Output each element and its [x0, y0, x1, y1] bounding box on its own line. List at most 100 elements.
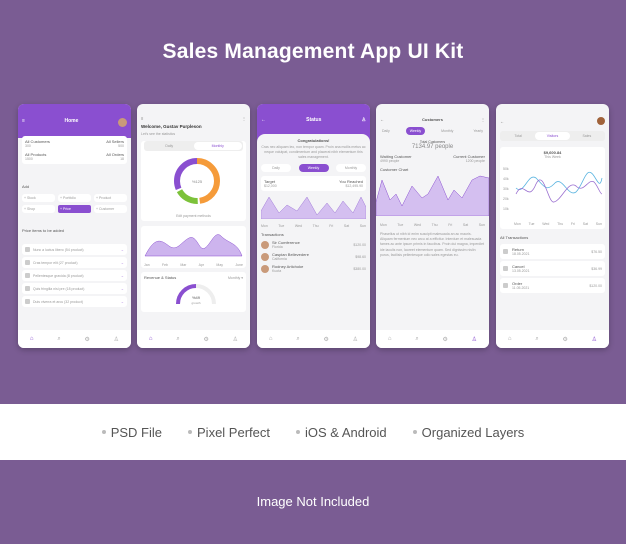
- settings-icon[interactable]: ⚙: [323, 336, 328, 343]
- user-icon[interactable]: ♙: [114, 336, 119, 343]
- transaction-row[interactable]: Order 11.05.2021 $120.00: [500, 278, 605, 293]
- bullet-icon: [188, 430, 193, 434]
- add-stock-button[interactable]: + Stock: [22, 194, 55, 202]
- congrats-text: Cras nec aliquam leo, non tempor quam. P…: [261, 145, 366, 159]
- add-price-button[interactable]: + Price: [58, 205, 91, 213]
- add-customer-button[interactable]: + Customer: [94, 205, 127, 213]
- list-item[interactable]: Pellentesque gravida (8 product) →: [22, 270, 127, 281]
- svg-text:growth: growth: [191, 301, 200, 305]
- settings-icon[interactable]: ⚙: [84, 336, 89, 343]
- arrow-icon: →: [120, 286, 125, 291]
- add-shop-button[interactable]: + Shop: [22, 205, 55, 213]
- list-item[interactable]: Quis fringilla nisi pre (18 product) →: [22, 283, 127, 294]
- tab-daily[interactable]: Daily: [378, 127, 394, 135]
- item-icon: [25, 273, 30, 278]
- tab-weekly[interactable]: Weekly: [405, 127, 426, 135]
- customer-chart: [376, 175, 489, 217]
- tab-monthly[interactable]: Monthly: [336, 164, 366, 172]
- user-icon[interactable]: ♙: [362, 117, 366, 123]
- welcome-sub: Let's see the statistics: [141, 132, 176, 136]
- transaction-row[interactable]: Sir Cumference Florida $120.00: [261, 240, 366, 249]
- home-icon[interactable]: ⌂: [149, 336, 153, 342]
- avatar: [261, 252, 269, 261]
- all-transactions-title: All Transactions: [500, 235, 529, 240]
- congrats-title: Congratulations!: [297, 138, 330, 143]
- bullet-icon: [296, 430, 300, 434]
- home-icon[interactable]: ⌂: [269, 336, 273, 342]
- user-icon[interactable]: ♙: [353, 336, 358, 343]
- back-icon[interactable]: ←: [380, 117, 384, 122]
- list-item[interactable]: Nunc a luctus libero (54 product) →: [22, 244, 127, 255]
- area-chart: [144, 234, 243, 257]
- avatar[interactable]: [117, 118, 127, 127]
- customers-title: Customers: [422, 117, 443, 122]
- more-icon[interactable]: ⋮: [242, 116, 246, 121]
- search-icon[interactable]: ⌕: [415, 336, 418, 343]
- user-icon[interactable]: ♙: [592, 336, 597, 343]
- bottom-nav: ⌂ ⌕ ⚙ ♙: [257, 330, 370, 348]
- item-icon: [25, 286, 30, 291]
- bottom-nav: ⌂ ⌕ ⚙ ♙: [18, 330, 131, 348]
- transaction-row[interactable]: Return 18.05.2021 $76.50: [500, 244, 605, 259]
- arrow-icon: →: [120, 260, 125, 265]
- tab-visitors[interactable]: Visitors: [535, 132, 570, 140]
- user-icon[interactable]: ♙: [472, 336, 477, 343]
- settings-icon[interactable]: ⚙: [442, 336, 447, 343]
- home-icon[interactable]: ⌂: [30, 336, 34, 342]
- item-icon: [25, 299, 30, 304]
- avatar: [261, 264, 269, 273]
- feature-item: Organized Layers: [412, 425, 524, 440]
- y-axis: 50k 40k 30k 20k 10k: [503, 167, 509, 211]
- tab-monthly[interactable]: Monthly: [193, 142, 242, 150]
- add-label: Add: [22, 184, 30, 189]
- tab-daily[interactable]: Daily: [145, 142, 194, 150]
- bottom-nav: ⌂ ⌕ ⚙ ♙: [496, 330, 609, 348]
- home-icon[interactable]: ⌂: [508, 336, 512, 342]
- transaction-row[interactable]: Cancel 13.05.2021 $36.99: [500, 261, 605, 276]
- phone-customers: ← Customers ⋮ Daily Weekly Monthly Yearly …: [376, 104, 489, 348]
- transaction-icon: [503, 266, 508, 271]
- home-icon[interactable]: ⌂: [388, 336, 392, 342]
- welcome-text: Welcome, Gustav Purpleson: [141, 124, 202, 129]
- tab-weekly[interactable]: Weekly: [298, 164, 329, 172]
- user-icon[interactable]: ♙: [233, 336, 238, 343]
- search-icon[interactable]: ⌕: [57, 336, 60, 343]
- search-icon[interactable]: ⌕: [296, 336, 299, 343]
- arrow-icon: →: [120, 273, 125, 278]
- list-item[interactable]: Duis viverra et arcu (32 product) →: [22, 296, 127, 307]
- menu-icon[interactable]: ≡: [141, 116, 143, 121]
- add-portfolio-button[interactable]: + Portfolio: [58, 194, 91, 202]
- list-item[interactable]: Cras tempor elit (27 product) →: [22, 257, 127, 268]
- transaction-icon: [503, 249, 508, 254]
- settings-icon[interactable]: ⚙: [203, 336, 208, 343]
- more-icon[interactable]: ⋮: [481, 117, 485, 122]
- search-icon[interactable]: ⌕: [535, 336, 538, 343]
- phone-statistics: ≡ ⋮ Welcome, Gustav Purpleson Let's see t…: [137, 104, 250, 348]
- phone-visitors: ← Total Visitors Sales $9,600.84 This We…: [496, 104, 609, 348]
- feature-item: Pixel Perfect: [188, 425, 270, 440]
- phone-status: ← Status ♙ Congratulations! Cras nec aliqu…: [257, 104, 370, 348]
- list-title: Price items to be added: [22, 228, 65, 233]
- back-icon[interactable]: ←: [500, 119, 504, 124]
- add-product-button[interactable]: + Product: [94, 194, 127, 202]
- tab-monthly[interactable]: Monthly: [437, 127, 457, 135]
- item-icon: [25, 260, 30, 265]
- tab-daily[interactable]: Daily: [261, 164, 291, 172]
- tab-yearly[interactable]: Yearly: [469, 127, 487, 135]
- item-icon: [25, 247, 30, 252]
- period-dropdown[interactable]: Monthly ▾: [228, 276, 243, 280]
- bottom-nav: ⌂ ⌕ ⚙ ♙: [376, 330, 489, 348]
- tab-sales[interactable]: Sales: [570, 132, 604, 140]
- avatar[interactable]: [597, 117, 605, 125]
- stat-customers: All Customers 300: [25, 139, 50, 148]
- edit-payment-link[interactable]: Edit payment methods: [141, 214, 246, 218]
- transaction-row[interactable]: Caspian Bellevedere California $98.60: [261, 252, 366, 261]
- transaction-row[interactable]: Rodney Artichoke Kuota $380.00: [261, 264, 366, 273]
- menu-icon[interactable]: ≡: [22, 118, 25, 124]
- tab-total[interactable]: Total: [501, 132, 535, 140]
- search-icon[interactable]: ⌕: [176, 336, 179, 343]
- donut-label: %125: [192, 179, 203, 184]
- back-icon[interactable]: ←: [261, 117, 266, 123]
- weekly-chart: [260, 196, 367, 220]
- settings-icon[interactable]: ⚙: [562, 336, 567, 343]
